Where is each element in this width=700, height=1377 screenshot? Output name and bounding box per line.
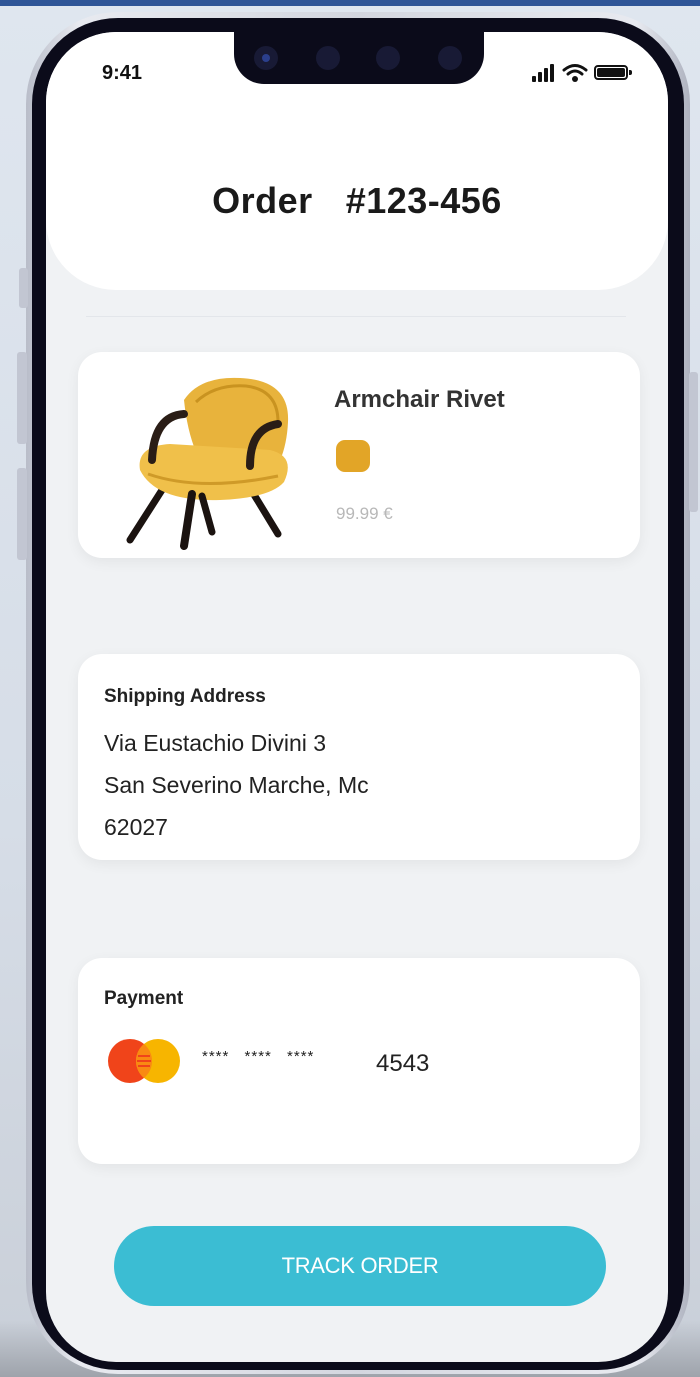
mastercard-icon — [108, 1039, 180, 1083]
track-order-button[interactable]: TRACK ORDER — [114, 1226, 606, 1306]
volume-up-button — [17, 352, 27, 444]
sensor — [438, 46, 462, 70]
wifi-icon — [562, 64, 588, 82]
status-icons — [532, 62, 644, 84]
product-card[interactable]: Armchair Rivet 99.99 € — [78, 352, 640, 558]
power-button — [689, 372, 698, 512]
battery-icon — [594, 65, 632, 80]
shipping-address-card: Shipping Address Via Eustachio Divini 3 … — [78, 654, 640, 860]
payment-heading: Payment — [104, 988, 184, 1009]
color-swatch[interactable] — [336, 440, 370, 472]
product-name: Armchair Rivet — [334, 386, 505, 413]
status-time: 9:41 — [102, 62, 143, 84]
address-line: Via Eustachio Divini 3 — [104, 730, 327, 756]
front-camera — [254, 46, 278, 70]
header-card: 9:41 Order #123-456 — [46, 32, 668, 290]
signal-icon — [532, 62, 558, 82]
card-last-digits: 4543 — [376, 1050, 430, 1077]
address-line: San Severino Marche, Mc — [104, 772, 369, 798]
card-number-mask: **** **** **** — [202, 1048, 315, 1065]
top-strip — [0, 0, 700, 6]
armchair-image — [126, 377, 289, 550]
mute-switch — [19, 268, 28, 308]
order-title: Order #123-456 — [212, 180, 502, 221]
sensor — [376, 46, 400, 70]
phone-screen: 9:41 Order #123-456 Armchair Rivet 99.99… — [46, 32, 668, 1362]
camera-notch — [234, 32, 484, 84]
product-price: 99.99 € — [336, 504, 393, 523]
payment-card: Payment **** **** **** 4543 — [78, 958, 640, 1164]
sensor — [316, 46, 340, 70]
shipping-heading: Shipping Address — [104, 686, 266, 707]
address-line: 62027 — [104, 814, 168, 840]
volume-down-button — [17, 468, 27, 560]
header-divider — [86, 316, 626, 317]
